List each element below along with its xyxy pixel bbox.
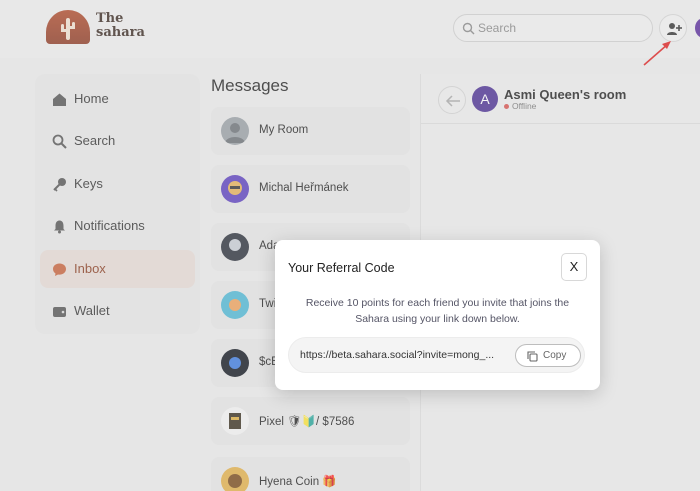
referral-link[interactable]: https://beta.sahara.social?invite=mong_.… (300, 349, 510, 361)
copy-icon (527, 351, 538, 362)
modal-description: Receive 10 points for each friend you in… (305, 297, 570, 325)
close-button[interactable]: X (561, 253, 587, 281)
referral-modal: Your Referral Code X Receive 10 points f… (275, 240, 600, 390)
modal-title: Your Referral Code (288, 261, 395, 275)
referral-link-field: https://beta.sahara.social?invite=mong_.… (288, 337, 585, 373)
copy-label: Copy (543, 350, 567, 361)
copy-button[interactable]: Copy (515, 344, 581, 367)
